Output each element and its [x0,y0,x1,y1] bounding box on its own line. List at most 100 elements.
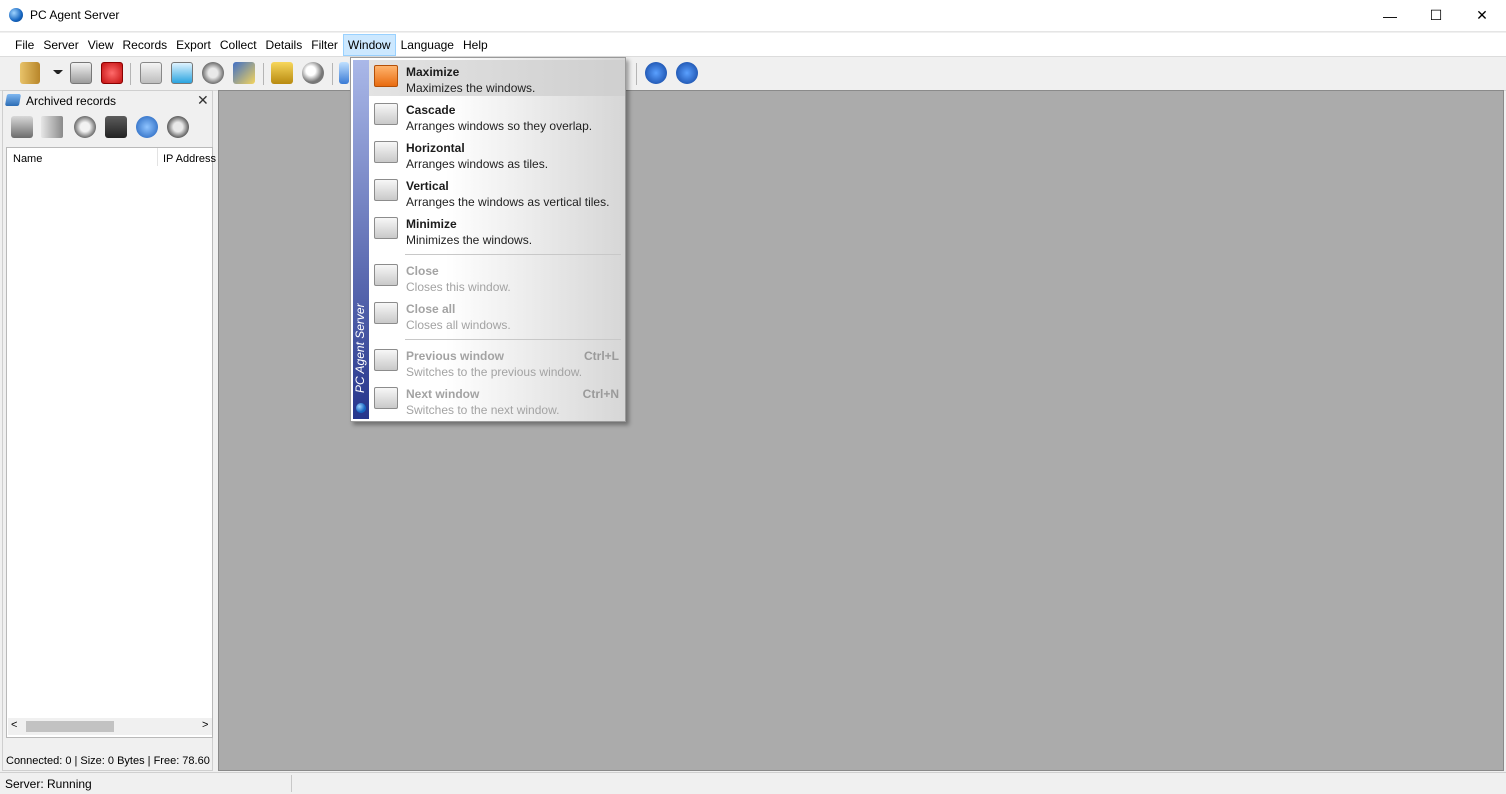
info-icon[interactable] [676,62,698,84]
menu-window[interactable]: Window [342,34,396,56]
menu-items: Maximize Maximizes the windows. Cascade … [369,58,625,421]
door-icon[interactable] [41,116,63,138]
menu-item-description: Maximizes the windows. [406,81,536,95]
menu-export[interactable]: Export [172,34,215,56]
save-icon[interactable] [105,116,127,138]
menu-item-description: Closes all windows. [406,318,511,332]
toolbar-separator [332,63,333,85]
search-icon[interactable] [302,62,324,84]
menu-item-description: Arranges windows as tiles. [406,157,549,171]
menu-item-title: Maximize [406,65,460,79]
pane-toolbar [3,111,212,145]
menu-item-minimize[interactable]: Minimize Minimizes the windows. [369,212,625,248]
maximize-window-button[interactable]: ☐ [1413,0,1459,31]
status-divider [291,775,292,792]
toolbar-separator [636,63,637,85]
menu-item-title: Vertical [406,179,449,193]
close-window-button[interactable]: ✕ [1459,0,1505,31]
column-divider[interactable] [157,148,158,166]
toolbar-separator [263,63,264,85]
scrollbar-thumb[interactable] [26,721,114,732]
pane-status-text: Connected: 0 | Size: 0 Bytes | Free: 78.… [6,755,210,767]
maximize-icon [374,65,398,87]
menu-item-description: Arranges windows so they overlap. [406,119,593,133]
menu-filter[interactable]: Filter [307,34,342,56]
dropdown-arrow-icon[interactable] [53,70,63,76]
menu-item-next-window[interactable]: Next window Ctrl+N Switches to the next … [369,382,625,418]
computer-icon[interactable] [11,116,33,138]
edit-icon[interactable] [233,62,255,84]
menu-item-close[interactable]: Close Closes this window. [369,259,625,295]
menu-item-description: Switches to the next window. [406,403,560,417]
archived-records-pane: Archived records ✕ Name IP Address < > C… [2,90,216,771]
menu-bar: File Server View Records Export Collect … [0,33,1506,57]
cascade-icon [374,103,398,125]
pane-header: Archived records ✕ [3,91,212,111]
menu-item-title: Close all [406,302,456,316]
menu-collect[interactable]: Collect [216,34,261,56]
menu-file[interactable]: File [11,34,38,56]
menu-item-horizontal[interactable]: Horizontal Arranges windows as tiles. [369,136,625,172]
menu-details[interactable]: Details [262,34,307,56]
toolbar-separator [130,63,131,85]
open-folder-icon[interactable] [20,62,40,84]
menu-server[interactable]: Server [39,34,82,56]
menu-item-title: Cascade [406,103,456,117]
close-all-icon [374,302,398,324]
window-icon[interactable] [171,62,193,84]
menu-item-shortcut: Ctrl+N [582,387,619,401]
help-icon[interactable] [645,62,667,84]
menu-item-title: Close [406,264,439,278]
menu-item-cascade[interactable]: Cascade Arranges windows so they overlap… [369,98,625,134]
menu-language[interactable]: Language [397,34,458,56]
gear-icon[interactable] [202,62,224,84]
column-header-name[interactable]: Name [13,153,42,165]
menu-item-maximize[interactable]: Maximize Maximizes the windows. [369,60,625,96]
server-status-text: Server: Running [5,777,92,791]
server-icon[interactable] [70,62,92,84]
delete-icon[interactable] [74,116,96,138]
scroll-left-button[interactable]: < [11,719,17,731]
power-icon[interactable] [101,62,123,84]
column-header-ip-address[interactable]: IP Address [163,153,216,165]
menu-item-title: Minimize [406,217,457,231]
menu-item-description: Minimizes the windows. [406,233,533,247]
menu-item-description: Closes this window. [406,280,511,294]
pane-title: Archived records [26,94,117,108]
window-title: PC Agent Server [30,8,120,22]
menu-item-description: Arranges the windows as vertical tiles. [406,195,610,209]
toolbar [0,58,1506,91]
horizontal-scrollbar[interactable]: < > [8,718,212,735]
records-list[interactable]: Name IP Address < > [6,147,216,738]
previous-window-icon [374,349,398,371]
menu-view[interactable]: View [84,34,118,56]
tile-horizontal-icon [374,141,398,163]
close-window-icon [374,264,398,286]
menu-records[interactable]: Records [118,34,171,56]
pane-close-button[interactable]: ✕ [197,92,209,109]
menu-item-title: Horizontal [406,141,465,155]
play-icon[interactable] [140,62,162,84]
menu-separator [405,254,621,255]
menu-item-vertical[interactable]: Vertical Arranges the windows as vertica… [369,174,625,210]
menu-item-shortcut: Ctrl+L [583,349,619,363]
menu-side-banner: PC Agent Server [353,60,369,419]
menu-item-close-all[interactable]: Close all Closes all windows. [369,297,625,333]
monitor-icon[interactable] [339,62,349,84]
side-banner-globe-icon [356,403,366,413]
window-menu-dropdown: PC Agent Server Maximize Maximizes the w… [350,57,626,422]
menu-item-title: Previous window [406,349,505,363]
settings-icon[interactable] [167,116,189,138]
tile-vertical-icon [374,179,398,201]
title-bar: PC Agent Server — ☐ ✕ [0,0,1506,32]
menu-help[interactable]: Help [459,34,492,56]
side-banner-label: PC Agent Server [353,303,367,393]
archived-records-icon [4,94,22,106]
next-window-icon [374,387,398,409]
add-icon[interactable] [136,116,158,138]
minimize-window-button[interactable]: — [1367,0,1413,31]
lock-icon[interactable] [271,62,293,84]
app-globe-icon [9,8,23,22]
scroll-right-button[interactable]: > [202,719,208,731]
menu-item-previous-window[interactable]: Previous window Ctrl+L Switches to the p… [369,344,625,380]
